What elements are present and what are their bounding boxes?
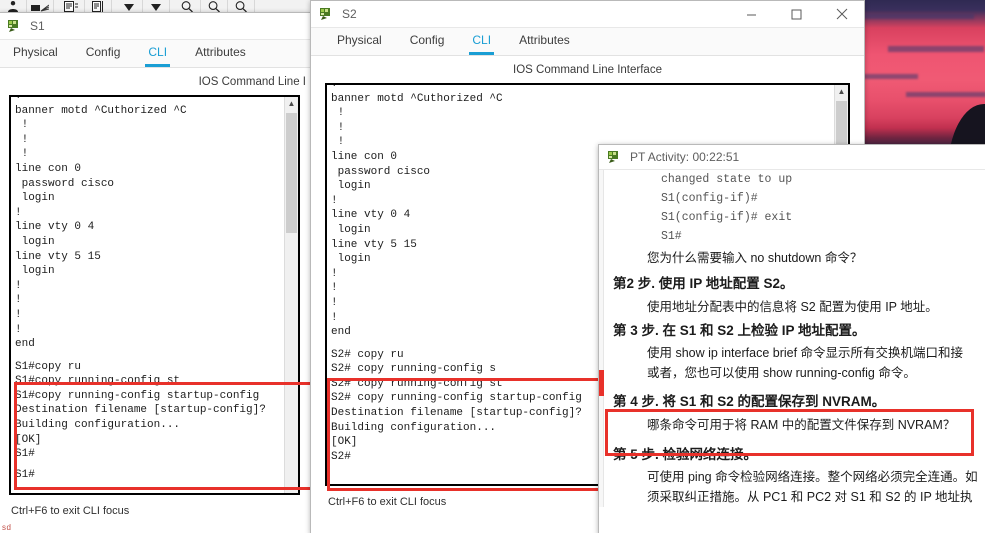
console-line-1: changed state to up (661, 173, 793, 186)
pt-activity-title: PT Activity: 00:22:51 (630, 150, 740, 164)
panel-icon[interactable] (85, 0, 112, 12)
zoom-in-icon[interactable] (174, 0, 201, 12)
tab-cli[interactable]: CLI (145, 45, 170, 67)
tab-physical[interactable]: Physical (337, 33, 382, 50)
s2-titlebar[interactable]: S2 (311, 1, 864, 28)
tab-config[interactable]: Config (410, 33, 445, 50)
step-5-title: 第 5 步. 检验网络连接。 (613, 447, 758, 462)
step-2-body: 使用地址分配表中的信息将 S2 配置为使用 IP 地址。 (647, 300, 938, 314)
step-4-body: 哪条命令可用于将 RAM 中的配置文件保存到 NVRAM？ (647, 418, 956, 432)
scroll-up-icon[interactable]: ▲ (285, 97, 298, 110)
step-4-title: 第 4 步. 将 S1 和 S2 的配置保存到 NVRAM。 (613, 394, 886, 409)
person-icon[interactable] (0, 0, 27, 12)
s1-scrollbar[interactable]: ▲ (284, 97, 298, 493)
minimize-icon[interactable] (729, 1, 774, 27)
s1-tabstrip[interactable]: Physical Config CLI Attributes (0, 40, 310, 68)
zoom-reset-icon[interactable] (228, 0, 255, 12)
s1-titlebar[interactable]: S1 (0, 13, 310, 40)
s2-tabstrip[interactable]: Physical Config CLI Attributes (311, 28, 864, 56)
tab-config[interactable]: Config (86, 45, 121, 62)
zoom-out-icon[interactable] (201, 0, 228, 12)
corner-mark: sd (2, 523, 12, 532)
console-line-2: S1(config-if)# (661, 192, 758, 205)
console-line-3: S1(config-if)# exit (661, 211, 793, 224)
close-icon[interactable] (819, 1, 864, 27)
window-s1[interactable]: S1 Physical Config CLI Attributes IOS Co… (0, 12, 311, 533)
tab-physical[interactable]: Physical (13, 45, 58, 62)
step-3-title: 第 3 步. 在 S1 和 S2 上检验 IP 地址配置。 (613, 323, 866, 338)
notes-icon[interactable] (58, 0, 85, 12)
pt-activity-body: changed state to up S1(config-if)# S1(co… (599, 170, 985, 507)
step-5-body-1: 可使用 ping 命令检验网络连接。整个网络必须完全连通。如 (647, 470, 978, 484)
s1-terminal-highlight: S1#copy ru S1#copy running-config st S1#… (15, 360, 266, 461)
maximize-icon[interactable] (774, 1, 819, 27)
packet-tracer-icon (607, 150, 622, 164)
reflection-question: 您为什么需要输入 no shutdown 命令？ (647, 251, 863, 265)
packet-tracer-icon (7, 19, 22, 33)
s2-cli-heading: IOS Command Line Interface (311, 56, 864, 81)
scroll-up-icon[interactable]: ▲ (835, 85, 848, 98)
tab-attributes[interactable]: Attributes (195, 45, 246, 62)
window-pt-activity[interactable]: PT Activity: 00:22:51 changed state to u… (598, 144, 985, 533)
s2-title: S2 (342, 7, 357, 21)
tab-cli[interactable]: CLI (469, 33, 494, 55)
s1-cli-heading: IOS Command Line I (0, 68, 310, 93)
step-5-body-2: 须采取纠正措施。从 PC1 和 PC2 对 S1 和 S2 的 IP 地址执 (647, 490, 973, 504)
cluster-icon[interactable] (27, 0, 54, 12)
s2-window-controls[interactable] (729, 1, 864, 27)
dropdown-arrow-icon[interactable] (116, 0, 143, 12)
s1-terminal-prompt: S1# (15, 468, 35, 481)
doc-red-tick (599, 370, 604, 396)
dropdown-arrow-icon[interactable] (143, 0, 170, 12)
step-3-body-2: 或者，您也可以使用 show running-config 命令。 (647, 366, 916, 380)
doc-gutter (599, 170, 604, 507)
step-3-body-1: 使用 show ip interface brief 命令显示所有交换机端口和接 (647, 346, 964, 360)
s1-title: S1 (30, 19, 45, 33)
console-line-4: S1# (661, 230, 682, 243)
s1-terminal-top: ! banner motd ^Cuthorized ^C ! ! ! line … (15, 95, 187, 351)
packet-tracer-icon (319, 7, 334, 21)
s1-focus-hint: Ctrl+F6 to exit CLI focus (11, 505, 130, 517)
s1-terminal[interactable]: ! banner motd ^Cuthorized ^C ! ! ! line … (9, 95, 300, 495)
s1-scroll-thumb[interactable] (286, 113, 297, 233)
tab-attributes[interactable]: Attributes (519, 33, 570, 50)
step-2-title: 第2 步. 使用 IP 地址配置 S2。 (613, 276, 794, 291)
pt-activity-titlebar[interactable]: PT Activity: 00:22:51 (599, 145, 985, 170)
desktop: S1 Physical Config CLI Attributes IOS Co… (0, 0, 985, 533)
